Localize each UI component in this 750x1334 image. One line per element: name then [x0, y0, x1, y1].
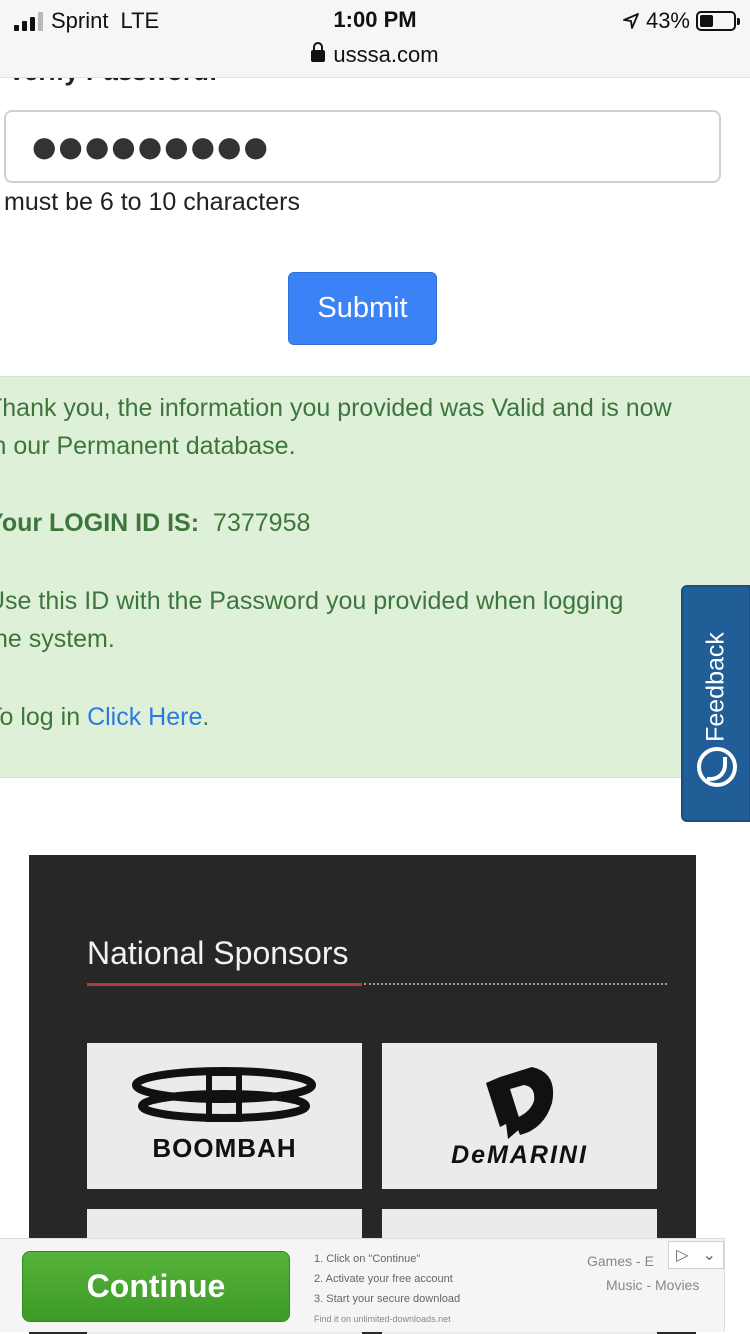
- alert-line-4: Use this ID with the Password you provid…: [0, 587, 624, 615]
- ad-play-icon: ▷: [676, 1247, 689, 1264]
- submit-button[interactable]: Submit: [288, 272, 437, 345]
- login-id-value: 7377958: [213, 509, 311, 537]
- password-hint: must be 6 to 10 characters: [4, 188, 300, 216]
- boombah-wordmark: BOOMBAH: [152, 1133, 297, 1163]
- login-prefix: To log in: [0, 703, 81, 731]
- ad-category-2: Music - Movies: [606, 1277, 700, 1293]
- sponsor-logo-boombah[interactable]: BOOMBAH: [87, 1043, 362, 1189]
- demarini-wordmark: DeMARINI: [451, 1141, 588, 1169]
- sponsor-logo-demarini[interactable]: DeMARINI: [382, 1043, 657, 1189]
- sponsors-title: National Sponsors: [87, 935, 349, 971]
- alert-line-5: the system.: [0, 625, 115, 653]
- verify-password-input[interactable]: ●●●●●●●●●: [4, 110, 721, 183]
- boombah-mark-icon: [132, 1067, 316, 1122]
- battery-info: 43%: [622, 8, 740, 34]
- ad-banner[interactable]: Continue 1. Click on "Continue" 2. Activ…: [0, 1238, 725, 1332]
- ad-step-2: 2. Activate your free account: [314, 1273, 453, 1285]
- ad-step-1: 1. Click on "Continue": [314, 1253, 421, 1265]
- title-divider: [364, 983, 667, 985]
- address-bar[interactable]: usssa.com: [0, 42, 750, 68]
- feedback-icon: [697, 747, 737, 787]
- feedback-label: Feedback: [701, 632, 730, 742]
- location-arrow-icon: [623, 13, 639, 29]
- click-here-link[interactable]: Click Here: [87, 703, 202, 731]
- alert-line-2: in our Permanent database.: [0, 432, 296, 460]
- battery-percent: 43%: [645, 8, 690, 33]
- ad-category-1: Games - E: [587, 1253, 654, 1269]
- ad-steps: 1. Click on "Continue" 2. Activate your …: [314, 1249, 460, 1329]
- login-id-line: Your LOGIN ID IS: 7377958: [0, 504, 310, 542]
- login-line: To log in Click Here.: [0, 698, 209, 736]
- battery-icon: [696, 11, 740, 31]
- alert-line-1: Thank you, the information you provided …: [0, 394, 672, 422]
- title-underline: [87, 983, 362, 986]
- ad-continue-button[interactable]: Continue: [22, 1251, 290, 1322]
- chevron-down-icon: ⌄: [702, 1247, 716, 1264]
- login-suffix: .: [202, 703, 210, 731]
- ad-choices-button[interactable]: ▷ ⌄: [668, 1241, 724, 1269]
- login-id-label: Your LOGIN ID IS:: [0, 509, 200, 537]
- success-alert: Thank you, the information you provided …: [0, 376, 750, 778]
- url-text: usssa.com: [333, 42, 439, 67]
- ad-footnote: Find it on unlimited-downloads.net: [314, 1314, 451, 1324]
- page: Sprint LTE 1:00 PM usssa.com 43% Verify …: [0, 0, 750, 1334]
- feedback-tab[interactable]: Feedback: [681, 585, 750, 822]
- status-bar: Sprint LTE 1:00 PM usssa.com 43%: [0, 0, 750, 78]
- ad-step-3: 3. Start your secure download: [314, 1293, 461, 1305]
- lock-icon: [311, 42, 326, 62]
